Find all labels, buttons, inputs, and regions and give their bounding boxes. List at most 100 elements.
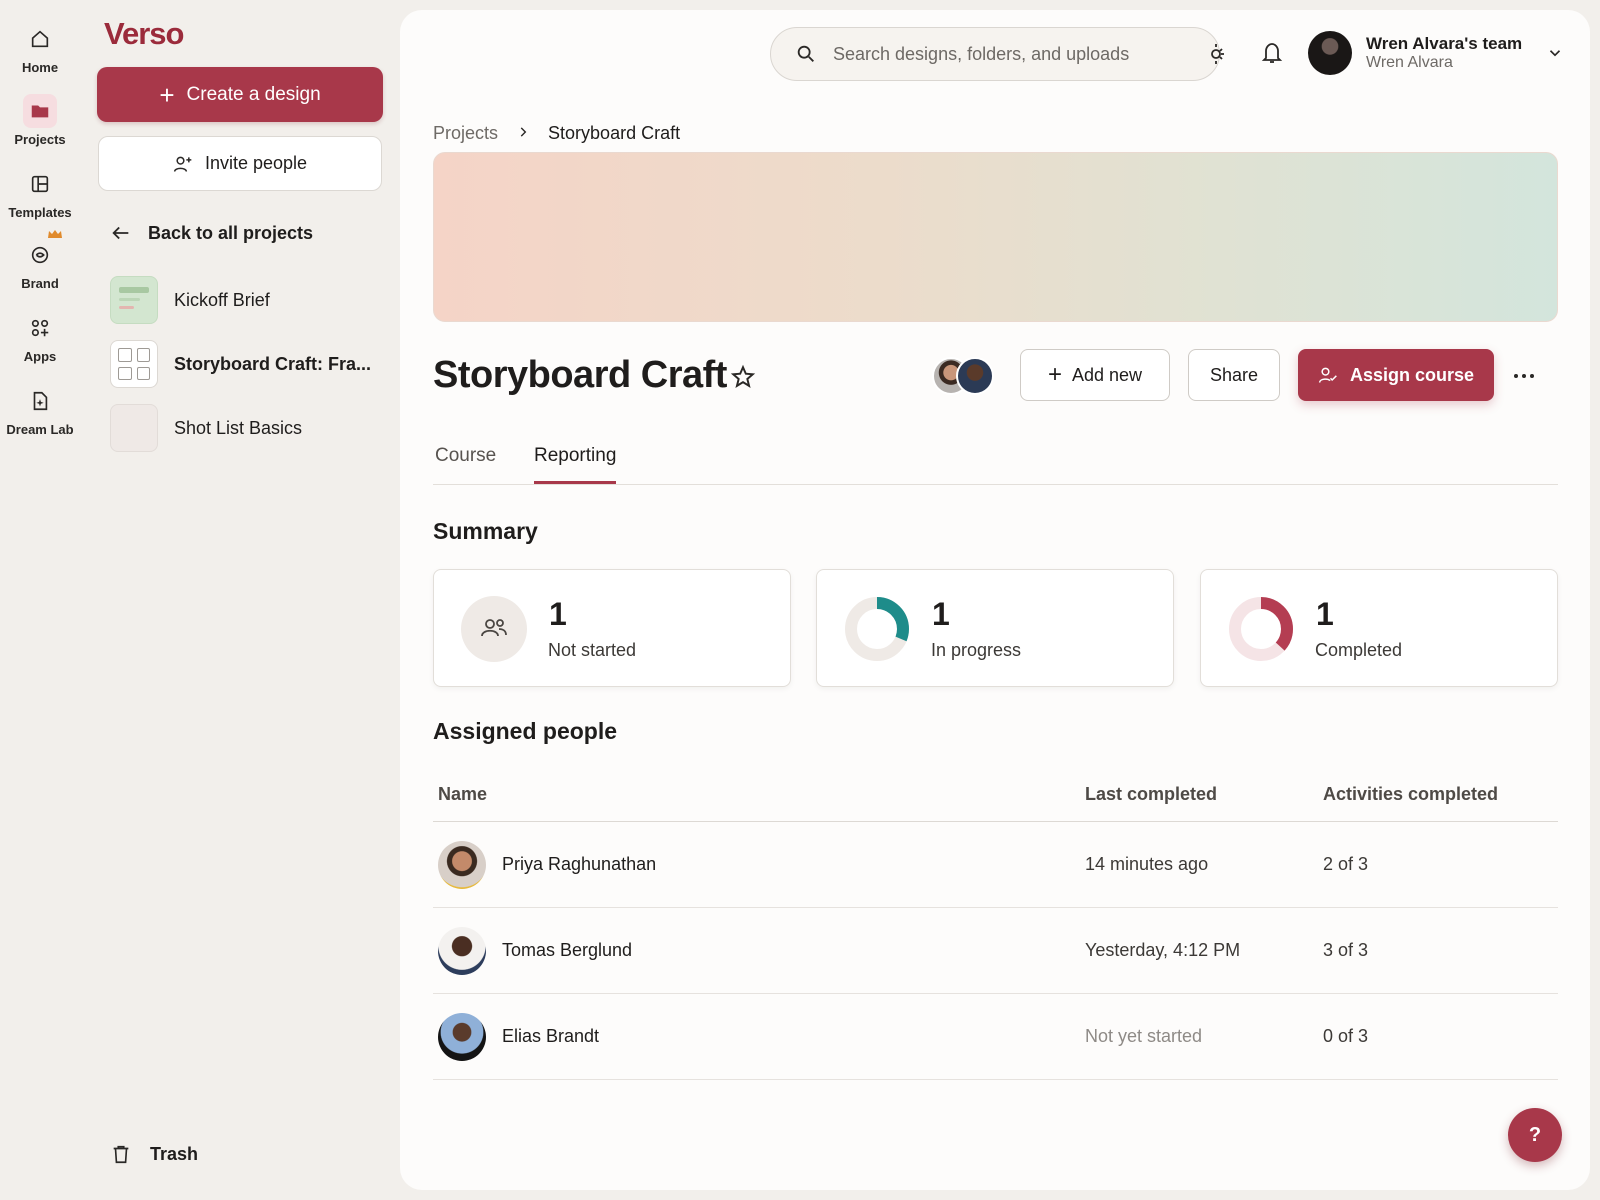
summary-count: 1 xyxy=(549,596,567,632)
column-header-name[interactable]: Name xyxy=(438,784,487,805)
share-button[interactable]: Share xyxy=(1188,349,1280,401)
rail-item-home[interactable]: Home xyxy=(0,22,80,75)
assign-course-button[interactable]: Assign course xyxy=(1298,349,1494,401)
last-completed: 14 minutes ago xyxy=(1085,854,1209,874)
table-row[interactable]: Tomas Berglund Yesterday, 4:12 PM 3 of 3 xyxy=(433,908,1558,994)
avatar xyxy=(956,357,994,395)
left-rail: Home Projects Templates Brand Apps Dream… xyxy=(0,0,80,1200)
summary-label: Not started xyxy=(548,640,637,660)
folder-icon xyxy=(23,94,57,128)
breadcrumb: Projects Storyboard Craft xyxy=(433,123,680,144)
back-to-projects-link[interactable]: Back to all projects xyxy=(110,222,313,244)
create-design-button[interactable]: + Create a design xyxy=(97,67,383,122)
chevron-right-icon xyxy=(516,123,530,144)
person-name: Tomas Berglund xyxy=(502,940,633,960)
column-header-last-completed[interactable]: Last completed xyxy=(1085,784,1217,805)
collaborators-avatars[interactable] xyxy=(932,355,996,397)
page-title: Storyboard Craft xyxy=(433,354,727,396)
dream-lab-icon xyxy=(23,384,57,418)
summary-heading: Summary xyxy=(433,518,538,544)
sidebar-project-shot-list-basics[interactable]: Shot List Basics xyxy=(110,404,380,452)
donut-completed-icon xyxy=(1229,597,1293,661)
rail-item-apps[interactable]: Apps xyxy=(0,311,80,364)
help-button[interactable]: ? xyxy=(1508,1108,1562,1162)
share-label: Share xyxy=(1209,364,1259,385)
search-icon xyxy=(797,45,814,62)
rail-item-projects[interactable]: Projects xyxy=(0,94,80,147)
more-options-icon[interactable] xyxy=(1510,362,1538,390)
rail-item-templates[interactable]: Templates xyxy=(0,167,80,220)
create-design-label: Create a design xyxy=(186,83,321,105)
star-icon[interactable] xyxy=(730,364,756,390)
trash-link[interactable]: Trash xyxy=(110,1143,198,1165)
person-name: Priya Raghunathan xyxy=(502,854,657,874)
invite-people-button[interactable]: Invite people xyxy=(98,136,382,191)
templates-icon xyxy=(23,167,57,201)
table-row[interactable]: Priya Raghunathan 14 minutes ago 2 of 3 xyxy=(433,822,1558,908)
assigned-people-heading: Assigned people xyxy=(433,718,618,744)
bell-icon[interactable] xyxy=(1260,40,1284,66)
invite-people-label: Invite people xyxy=(204,153,308,173)
avatar xyxy=(438,927,486,975)
last-completed: Not yet started xyxy=(1085,1026,1203,1046)
column-header-activities[interactable]: Activities completed xyxy=(1323,784,1498,805)
people-icon xyxy=(461,596,527,662)
project-thumbnail xyxy=(110,340,158,388)
summary-count: 1 xyxy=(1316,596,1334,632)
brand-logo[interactable]: Verso xyxy=(104,16,184,52)
brand-icon xyxy=(23,238,57,272)
search-placeholder: Search designs, folders, and uploads xyxy=(833,43,1130,64)
activities-completed: 2 of 3 xyxy=(1323,854,1369,874)
add-new-button[interactable]: + Add new xyxy=(1020,349,1170,401)
rail-label: Templates xyxy=(8,205,72,220)
search-input[interactable]: Search designs, folders, and uploads xyxy=(770,27,1220,81)
avatar xyxy=(1308,31,1352,75)
project-label: Kickoff Brief xyxy=(174,289,270,310)
gear-icon[interactable] xyxy=(1208,40,1232,68)
summary-cards: 1 Not started 1 In progress 1 Completed xyxy=(433,569,1558,687)
project-label: Storyboard Craft: Fra... xyxy=(174,353,372,374)
tab-course[interactable]: Course xyxy=(435,445,496,481)
activities-completed: 3 of 3 xyxy=(1323,940,1369,960)
rail-label: Dream Lab xyxy=(6,422,74,437)
summary-card-not-started: 1 Not started xyxy=(433,569,791,687)
summary-card-completed: 1 Completed xyxy=(1200,569,1558,687)
plus-icon: + xyxy=(159,79,175,110)
rail-label: Apps xyxy=(23,349,57,364)
sidebar-project-kickoff-brief[interactable]: Kickoff Brief xyxy=(110,276,380,324)
plus-icon: + xyxy=(1047,361,1062,388)
tab-bar: Course Reporting xyxy=(433,438,1558,485)
tab-reporting[interactable]: Reporting xyxy=(534,445,617,484)
project-thumbnail xyxy=(110,276,158,324)
account-name: Wren Alvara xyxy=(1366,53,1453,71)
rail-label: Projects xyxy=(14,132,66,147)
breadcrumb-projects[interactable]: Projects xyxy=(433,123,498,144)
summary-count: 1 xyxy=(932,596,950,632)
add-new-label: Add new xyxy=(1071,364,1143,385)
activities-completed: 0 of 3 xyxy=(1323,1026,1369,1046)
sidebar-project-storyboard-craft[interactable]: Storyboard Craft: Fra... xyxy=(110,340,380,388)
account-team: Wren Alvara's team xyxy=(1366,34,1523,54)
last-completed: Yesterday, 4:12 PM xyxy=(1085,940,1241,960)
summary-label: In progress xyxy=(931,640,1022,660)
apps-icon xyxy=(23,311,57,345)
project-banner xyxy=(433,152,1558,322)
assigned-people-table: Name Last completed Activities completed… xyxy=(433,772,1558,1080)
home-icon xyxy=(23,22,57,56)
rail-item-dream-lab[interactable]: Dream Lab xyxy=(0,384,80,437)
table-row[interactable]: Elias Brandt Not yet started 0 of 3 xyxy=(433,994,1558,1080)
back-label: Back to all projects xyxy=(148,222,314,243)
avatar xyxy=(438,841,486,889)
account-menu[interactable]: Wren Alvara's team Wren Alvara xyxy=(1308,31,1564,75)
chevron-down-icon xyxy=(1550,50,1561,57)
project-thumbnail xyxy=(110,404,158,452)
crown-icon xyxy=(48,230,62,238)
trash-label: Trash xyxy=(150,1143,199,1164)
arrow-left-icon xyxy=(112,226,129,240)
assign-course-label: Assign course xyxy=(1349,364,1475,385)
rail-label: Home xyxy=(21,60,59,75)
avatar xyxy=(438,1013,486,1061)
rail-item-brand[interactable]: Brand xyxy=(0,230,80,291)
summary-label: Completed xyxy=(1315,640,1403,660)
trash-icon xyxy=(113,1145,129,1164)
